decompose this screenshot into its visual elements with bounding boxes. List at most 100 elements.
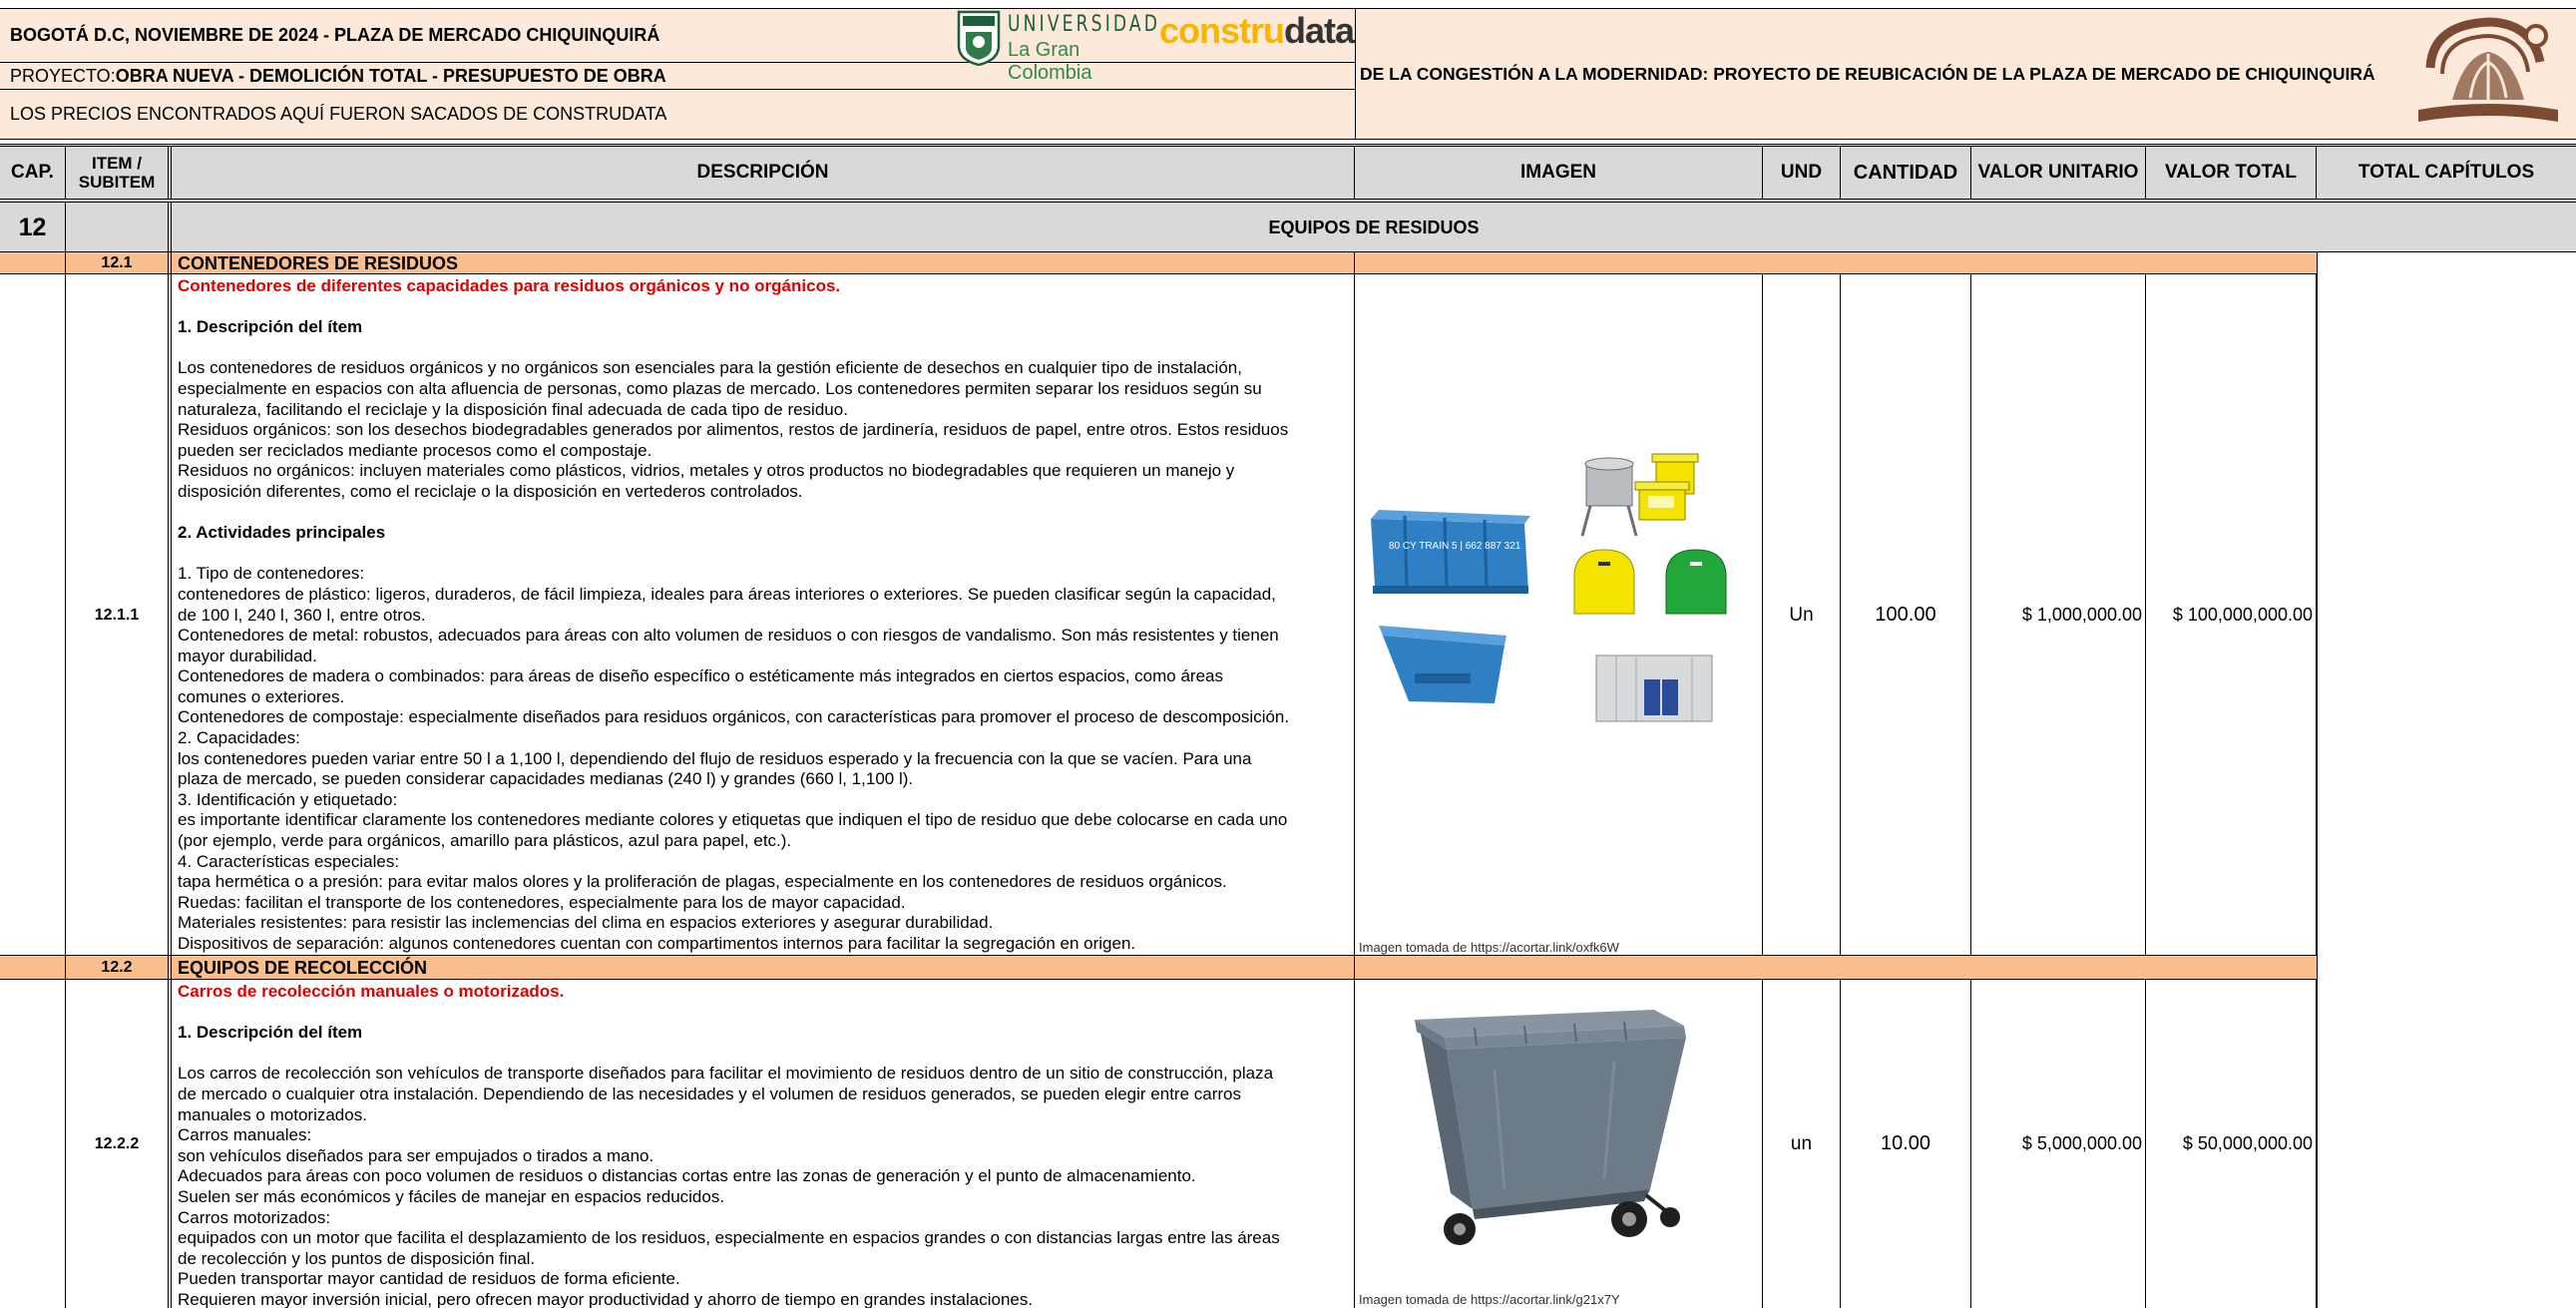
collection-cart-image xyxy=(1415,1010,1686,1245)
item-quantity: 10.00 xyxy=(1841,980,1971,1308)
item-text-line: disposición diferentes, como el reciclaj… xyxy=(178,481,803,501)
item-text-line: tapa hermética o a presión: para evitar … xyxy=(178,872,1227,892)
column-header-qty: CANTIDAD xyxy=(1841,147,1971,199)
collection-cart-icon xyxy=(1415,1010,1686,1245)
item-text-line: (por ejemplo, verde para orgánicos, amar… xyxy=(178,831,792,851)
waste-containers-image: 80 CY TRAIN 5 | 662 887 321 xyxy=(1371,453,1727,722)
item-text-line: pueden ser reciclados mediante procesos … xyxy=(178,440,652,460)
item-text-line: Los carros de recolección son vehículos … xyxy=(178,1064,1274,1084)
item-heading-activities: 2. Actividades principales xyxy=(178,523,386,543)
item-text-line: Residuos no orgánicos: incluyen material… xyxy=(178,461,1235,481)
item-text-line: de 100 l, 240 l, 360 l, entre otros. xyxy=(178,605,426,625)
section-title-text: CONTENEDORES DE RESIDUOS xyxy=(178,252,459,273)
item-text-line: 3. Identificación y etiquetado: xyxy=(178,789,398,809)
item-heading-description: 1. Descripción del ítem xyxy=(178,317,363,337)
item-image-cell: 80 CY TRAIN 5 | 662 887 321 Imagen tomad… xyxy=(1355,274,1763,956)
item-text-line: Pueden transportar mayor cantidad de res… xyxy=(178,1269,680,1289)
image-credit: Imagen tomada de https://acortar.link/g2… xyxy=(1359,1292,1620,1307)
item-text-line: Carros manuales: xyxy=(178,1125,312,1145)
yellow-round-bin-icon xyxy=(1573,549,1635,615)
item-code: 12.2.2 xyxy=(66,980,172,1308)
column-header-item: ITEM / SUBITEM xyxy=(66,147,172,199)
section-cap-cell xyxy=(0,956,66,980)
construdata-logo: construdata xyxy=(1159,10,1355,60)
item-text-line: Requieren mayor inversión inicial, pero … xyxy=(178,1289,1034,1308)
market-plaza-icon xyxy=(2418,17,2558,122)
chapter-total-cell xyxy=(2317,252,2576,1308)
column-header-und-text: UND xyxy=(1780,162,1823,183)
item-total-value-text: $ 100,000,000.00 xyxy=(2172,605,2313,625)
steel-bin-icon xyxy=(1580,457,1638,537)
column-header-cap-text: CAP. xyxy=(11,162,54,183)
item-text-line: naturaleza, facilitando el reciclaje y l… xyxy=(178,399,848,419)
item-text-line: de recolección y los puntos de disposici… xyxy=(178,1248,536,1268)
item-text-line: son vehículos diseñados para ser empujad… xyxy=(178,1145,654,1165)
item-text-line: Suelen ser más económicos y fáciles de m… xyxy=(178,1186,725,1206)
header-line-3-text: LOS PRECIOS ENCONTRADOS AQUÍ FUERON SACA… xyxy=(10,104,667,124)
header-line-2: PROYECTO: OBRA NUEVA - DEMOLICIÓN TOTAL … xyxy=(0,63,1355,90)
chapter-title-text: EQUIPOS DE RESIDUOS xyxy=(1268,217,1480,237)
blue-rolloff-container-icon: 80 CY TRAIN 5 | 662 887 321 xyxy=(1371,510,1530,594)
item-unit-value: $ 1,000,000.00 xyxy=(1971,274,2146,956)
column-header-unit-value-text: VALOR UNITARIO xyxy=(1977,162,2139,183)
chapter-number: 12 xyxy=(0,203,66,252)
item-unit-value-text: $ 5,000,000.00 xyxy=(2021,1133,2142,1153)
item-quantity: 100.00 xyxy=(1841,274,1971,956)
item-text-line: comunes o exteriores. xyxy=(178,686,345,706)
item-unit: un xyxy=(1763,980,1841,1308)
column-header-cap: CAP. xyxy=(0,147,66,199)
item-text-line: Carros motorizados: xyxy=(178,1207,331,1227)
item-text-line: Contenedores de madera o combinados: par… xyxy=(178,666,1223,686)
header-line-2-bold: OBRA NUEVA - DEMOLICIÓN TOTAL - PRESUPUE… xyxy=(115,65,666,86)
item-cap-cell xyxy=(0,980,66,1308)
item-unit-text: un xyxy=(1790,1132,1813,1154)
column-header-chapter-total: TOTAL CAPÍTULOS xyxy=(2317,147,2576,199)
item-text-line: 4. Características especiales: xyxy=(178,851,400,871)
section-code-text: 12.1 xyxy=(101,254,133,271)
item-description: Carros de recolección manuales o motoriz… xyxy=(172,980,1355,1308)
column-header-qty-text: CANTIDAD xyxy=(1853,161,1958,184)
item-text-line: Residuos orgánicos: son los desechos bio… xyxy=(178,420,1289,440)
item-quantity-text: 100.00 xyxy=(1875,604,1936,626)
item-text-line: Dispositivos de separación: algunos cont… xyxy=(178,934,1136,953)
container-label: 80 CY TRAIN 5 | 662 887 321 xyxy=(1389,541,1521,552)
blue-skip-container-icon xyxy=(1379,626,1506,703)
section-title: EQUIPOS DE RECOLECCIÓN xyxy=(172,956,1355,980)
item-total-value: $ 100,000,000.00 xyxy=(2146,274,2317,956)
item-quantity-text: 10.00 xyxy=(1880,1132,1932,1154)
spreadsheet: BOGOTÁ D.C, NOVIEMBRE DE 2024 - PLAZA DE… xyxy=(0,0,2576,1308)
item-text-line: Ruedas: facilitan el transporte de los c… xyxy=(178,892,906,912)
item-text-line: Contenedores de compostaje: especialment… xyxy=(178,707,1290,727)
item-text-line: manuales o motorizados. xyxy=(178,1104,367,1124)
item-description: Contenedores de diferentes capacidades p… xyxy=(172,274,1355,956)
item-code-text: 12.2.2 xyxy=(94,1134,140,1152)
item-text-line: Materiales resistentes: para resistir la… xyxy=(178,913,994,933)
section-code: 12.1 xyxy=(66,252,172,274)
section-title-text: EQUIPOS DE RECOLECCIÓN xyxy=(178,957,428,978)
item-total-value: $ 50,000,000.00 xyxy=(2146,980,2317,1308)
yellow-hazard-bins-icon xyxy=(1634,453,1699,521)
item-total-value-text: $ 50,000,000.00 xyxy=(2182,1133,2313,1153)
university-logo-top: UNIVERSIDAD xyxy=(1008,12,1161,37)
university-logo: UNIVERSIDAD La Gran Colombia xyxy=(956,10,1157,84)
column-header-image: IMAGEN xyxy=(1355,147,1763,199)
item-image-cell: Imagen tomada de https://acortar.link/g2… xyxy=(1355,980,1763,1308)
chapter-item-cell xyxy=(66,203,172,252)
item-text-line: 1. Tipo de contenedores: xyxy=(178,564,365,584)
column-header-total-value-text: VALOR TOTAL xyxy=(2165,162,2297,183)
storage-cage-icon xyxy=(1595,654,1713,722)
construdata-logo-part-a: con xyxy=(1159,10,1221,51)
section-code: 12.2 xyxy=(66,956,172,980)
construdata-logo-part-b: stru xyxy=(1220,10,1285,51)
item-text-line: especialmente en espacios con alta aflue… xyxy=(178,378,1262,398)
construdata-logo-part-c: data xyxy=(1284,10,1355,51)
item-text-line: Los contenedores de residuos orgánicos y… xyxy=(178,358,1242,378)
chapter-number-text: 12 xyxy=(18,213,47,241)
item-cap-cell xyxy=(0,274,66,956)
item-text-line: 2. Capacidades: xyxy=(178,728,300,748)
project-title-text: DE LA CONGESTIÓN A LA MODERNIDAD: PROYEC… xyxy=(1360,63,2375,84)
header-line-3: LOS PRECIOS ENCONTRADOS AQUÍ FUERON SACA… xyxy=(0,90,1355,139)
column-header-desc-text: DESCRIPCIÓN xyxy=(696,162,829,183)
header-line-1-text: BOGOTÁ D.C, NOVIEMBRE DE 2024 - PLAZA DE… xyxy=(10,25,660,45)
item-text-line: los contenedores pueden variar entre 50 … xyxy=(178,748,1252,768)
